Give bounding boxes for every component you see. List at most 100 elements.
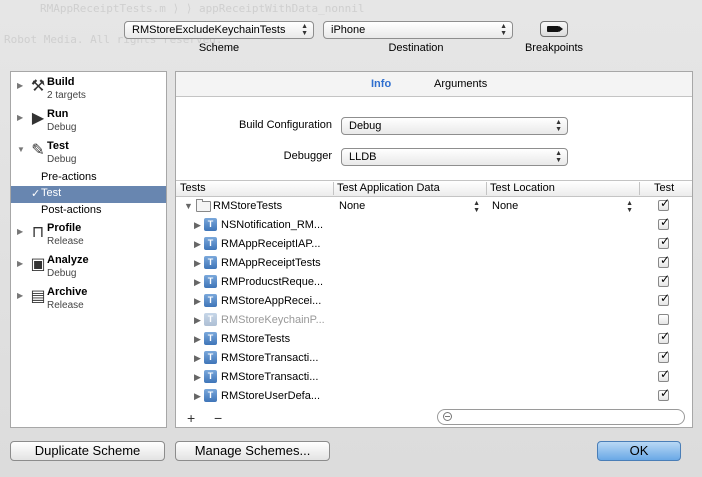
scheme-actions-list: ▶ ⚒ Build 2 targets ▶ ▶ Run Debug ▼ ✎ Te… xyxy=(10,71,167,428)
play-icon: ▶ xyxy=(31,110,45,127)
action-subtitle: Debug xyxy=(47,122,77,133)
location-popup[interactable]: None ▲ ▼ xyxy=(492,200,637,214)
scheme-popup[interactable]: RMStoreExcludeKeychainTests ▲ ▼ xyxy=(124,21,314,39)
destination-popup[interactable]: iPhone ▲ ▼ xyxy=(323,21,513,39)
column-header-app-data[interactable]: Test Application Data xyxy=(337,182,440,194)
manage-schemes-button[interactable]: Manage Schemes... xyxy=(175,441,330,461)
debugger-value: LLDB xyxy=(349,151,377,163)
table-row[interactable]: ▶ T RMProducstReque... ✓ xyxy=(176,272,692,292)
checkbox-checked[interactable]: ✓ xyxy=(658,253,670,268)
action-archive[interactable]: ▶ ▤ Archive Release xyxy=(11,286,166,318)
subitem-label: Pre-actions xyxy=(41,171,97,183)
checkbox-checked[interactable]: ✓ xyxy=(658,196,670,211)
filter-field[interactable] xyxy=(437,409,685,425)
disclosure-triangle-icon[interactable]: ▶ xyxy=(17,291,23,300)
checkmark-icon: ✓ xyxy=(660,386,671,400)
disclosure-triangle-icon[interactable]: ▶ xyxy=(17,113,23,122)
checkbox-checked[interactable]: ✓ xyxy=(658,367,670,382)
action-name: Archive xyxy=(47,286,88,298)
table-row[interactable]: ▶ T RMStoreUserDefa... ✓ xyxy=(176,386,692,406)
action-name: Build xyxy=(47,76,75,88)
disclosure-triangle-icon[interactable]: ▶ xyxy=(194,353,201,364)
checkbox-checked[interactable]: ✓ xyxy=(658,215,670,230)
build-configuration-popup[interactable]: Debug ▲ ▼ xyxy=(341,117,568,135)
test-class-icon: T xyxy=(204,389,217,402)
checkbox-checked[interactable]: ✓ xyxy=(658,348,670,363)
disclosure-triangle-icon[interactable]: ▶ xyxy=(194,220,201,231)
disclosure-triangle-open-icon[interactable]: ▼ xyxy=(184,201,193,211)
disclosure-triangle-icon[interactable]: ▶ xyxy=(194,315,201,326)
tab-bar: Info Arguments xyxy=(176,72,692,97)
table-row[interactable]: ▶ T RMAppReceiptIAP... ✓ xyxy=(176,234,692,254)
tab-info[interactable]: Info xyxy=(371,78,391,90)
breakpoints-button[interactable] xyxy=(540,21,568,37)
disclosure-triangle-icon[interactable]: ▶ xyxy=(194,334,201,345)
subitem-pre-actions[interactable]: Pre-actions xyxy=(11,170,166,187)
disclosure-triangle-icon[interactable]: ▶ xyxy=(194,239,201,250)
action-run[interactable]: ▶ ▶ Run Debug xyxy=(11,108,166,140)
test-class-name: RMStoreAppRecei... xyxy=(221,295,322,307)
checkmark-icon: ✓ xyxy=(31,188,41,200)
disclosure-triangle-icon[interactable]: ▶ xyxy=(17,259,23,268)
action-subtitle: Debug xyxy=(47,154,77,165)
subitem-test[interactable]: ✓ Test xyxy=(11,186,166,203)
filter-icon xyxy=(443,412,452,421)
table-row[interactable]: ▶ T NSNotification_RM... ✓ xyxy=(176,215,692,235)
action-name: Profile xyxy=(47,222,82,234)
disclosure-triangle-icon[interactable]: ▶ xyxy=(17,81,23,90)
checkbox-checked[interactable]: ✓ xyxy=(658,272,670,287)
checkbox-checked[interactable]: ✓ xyxy=(658,234,670,249)
table-row[interactable]: ▶ T RMStoreKeychainP... xyxy=(176,311,692,330)
disclosure-triangle-icon[interactable]: ▶ xyxy=(194,372,201,383)
checkbox-checked[interactable]: ✓ xyxy=(658,329,670,344)
ok-button[interactable]: OK xyxy=(597,441,681,461)
table-row[interactable]: ▶ T RMStoreTests ✓ xyxy=(176,329,692,349)
checkbox-checked[interactable]: ✓ xyxy=(658,291,670,306)
action-build[interactable]: ▶ ⚒ Build 2 targets xyxy=(11,76,166,108)
table-row[interactable]: ▶ T RMStoreTransacti... ✓ xyxy=(176,367,692,387)
subitem-post-actions[interactable]: Post-actions xyxy=(11,203,166,220)
checkmark-icon: ✓ xyxy=(660,367,671,381)
table-row[interactable]: ▶ T RMAppReceiptTests ✓ xyxy=(176,253,692,273)
checkmark-icon: ✓ xyxy=(660,253,671,267)
disclosure-triangle-icon[interactable]: ▶ xyxy=(17,227,23,236)
checkbox-unchecked[interactable] xyxy=(658,314,669,325)
action-name: Test xyxy=(47,140,69,152)
test-class-name: RMStoreTransacti... xyxy=(221,352,319,364)
column-header-location[interactable]: Test Location xyxy=(490,182,555,194)
test-class-icon: T xyxy=(204,218,217,231)
test-class-name: RMStoreUserDefa... xyxy=(221,390,321,402)
disclosure-triangle-open-icon[interactable]: ▼ xyxy=(17,145,25,154)
table-row[interactable]: ▶ T RMStoreAppRecei... ✓ xyxy=(176,291,692,311)
checkbox-checked[interactable]: ✓ xyxy=(658,386,670,401)
table-row-group[interactable]: ▼ RMStoreTests None ▲ ▼ None ▲ ▼ ✓ xyxy=(176,196,692,216)
action-subtitle: Release xyxy=(47,236,84,247)
table-row[interactable]: ▶ T RMStoreTransacti... ✓ xyxy=(176,348,692,368)
tab-arguments[interactable]: Arguments xyxy=(434,78,487,90)
test-class-name: RMStoreKeychainP... xyxy=(221,314,325,326)
disclosure-triangle-icon[interactable]: ▶ xyxy=(194,277,201,288)
wrench-icon: ✎ xyxy=(31,142,45,159)
app-data-value: None xyxy=(339,200,366,212)
debugger-popup[interactable]: LLDB ▲ ▼ xyxy=(341,148,568,166)
popup-arrows-icon: ▲ ▼ xyxy=(301,23,308,37)
scheme-label: Scheme xyxy=(198,42,240,54)
action-analyze[interactable]: ▶ ▣ Analyze Debug xyxy=(11,254,166,286)
checkmark-icon: ✓ xyxy=(660,291,671,305)
column-header-test[interactable]: Test xyxy=(654,182,674,194)
action-test[interactable]: ▼ ✎ Test Debug xyxy=(11,140,166,172)
remove-button[interactable]: − xyxy=(214,410,222,426)
disclosure-triangle-icon[interactable]: ▶ xyxy=(194,258,201,269)
app-data-popup[interactable]: None ▲ ▼ xyxy=(339,200,484,214)
location-value: None xyxy=(492,200,519,212)
disclosure-triangle-icon[interactable]: ▶ xyxy=(194,296,201,307)
action-profile[interactable]: ▶ ⊓ Profile Release xyxy=(11,222,166,254)
duplicate-scheme-button[interactable]: Duplicate Scheme xyxy=(10,441,165,461)
column-header-tests[interactable]: Tests xyxy=(180,182,206,194)
test-class-name: RMAppReceiptIAP... xyxy=(221,238,321,250)
disclosure-triangle-icon[interactable]: ▶ xyxy=(194,391,201,402)
test-class-icon: T xyxy=(204,256,217,269)
add-button[interactable]: + xyxy=(187,410,195,426)
build-configuration-label: Build Configuration xyxy=(239,119,332,131)
test-class-name: RMProducstReque... xyxy=(221,276,324,288)
